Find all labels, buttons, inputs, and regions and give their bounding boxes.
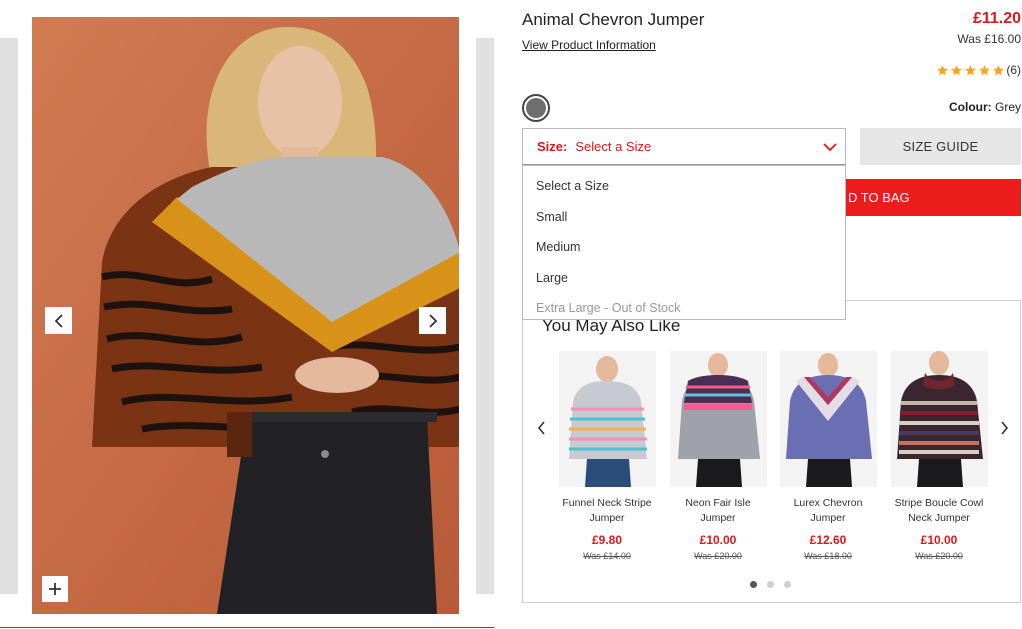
colour-value: Grey (994, 100, 1021, 114)
size-guide-button[interactable]: SIZE GUIDE (860, 128, 1021, 165)
size-select[interactable]: Size: Select a Size (522, 128, 846, 165)
previous-image-peek (0, 38, 18, 594)
recommendation-card[interactable]: Funnel Neck Stripe Jumper £9.80 Was £14.… (557, 351, 657, 561)
star-icon (993, 64, 1005, 75)
recommendation-price: £10.00 (920, 533, 958, 547)
plus-icon (49, 583, 61, 595)
recommendations-panel: You May Also Like Funnel Neck Stripe Jum… (522, 300, 1021, 603)
divider (0, 627, 494, 628)
carousel-pagination (750, 581, 791, 588)
carousel-dot[interactable] (767, 581, 774, 588)
chevron-left-icon (54, 313, 63, 328)
chevron-jumper-image (779, 351, 877, 487)
star-icon (965, 64, 977, 75)
size-dropdown-menu: Select a Size Small Medium Large Extra L… (522, 165, 846, 320)
rating[interactable]: (6) (936, 63, 1021, 77)
swatch-fill (526, 98, 546, 118)
recommendations-previous-button[interactable] (534, 419, 548, 437)
recommendation-was-price: Was £14.00 (583, 551, 631, 561)
recommendation-card[interactable]: Lurex Chevron Jumper £12.60 Was £18.00 (778, 351, 878, 561)
chevron-down-icon (823, 143, 837, 152)
rating-stars (936, 64, 1005, 77)
next-image-peek (476, 38, 494, 594)
star-icon (951, 64, 963, 75)
recommendation-name: Stripe Boucle Cowl Neck Jumper (894, 497, 984, 524)
gallery-next-button[interactable] (419, 307, 446, 334)
recommendation-card[interactable]: Neon Fair Isle Jumper £10.00 Was £20.00 (668, 351, 768, 561)
recommendation-name: Funnel Neck Stripe Jumper (562, 497, 652, 524)
colour-swatch-grey[interactable] (522, 94, 550, 122)
size-option[interactable]: Select a Size (523, 171, 845, 202)
size-option-medium[interactable]: Medium (523, 232, 845, 263)
recommendation-price: £10.00 (699, 533, 737, 547)
was-price: Was £16.00 (957, 32, 1021, 46)
star-icon (979, 64, 991, 75)
cowl-neck-jumper-image (890, 351, 988, 487)
carousel-dot[interactable] (784, 581, 791, 588)
colour-label: Colour: (948, 100, 992, 114)
chevron-left-icon (537, 421, 545, 435)
rating-count: (6) (1006, 63, 1021, 77)
chevron-right-icon (1000, 421, 1008, 435)
size-option-small[interactable]: Small (523, 202, 845, 233)
product-title: Animal Chevron Jumper (522, 10, 705, 29)
recommendation-price: £9.80 (591, 533, 623, 547)
size-label: Size: (537, 139, 568, 154)
star-icon (937, 64, 949, 75)
chevron-right-icon (428, 313, 437, 328)
zoom-button[interactable] (42, 576, 68, 602)
recommendations-next-button[interactable] (997, 419, 1011, 437)
recommendation-was-price: Was £20.00 (915, 551, 963, 561)
size-option-large[interactable]: Large (523, 263, 845, 294)
colour-indicator: Colour: Grey (949, 100, 1021, 114)
recommendation-card[interactable]: Stripe Boucle Cowl Neck Jumper £10.00 Wa… (889, 351, 989, 561)
carousel-dot[interactable] (750, 581, 757, 588)
striped-pastel-jumper-image (558, 351, 656, 487)
recommendation-name: Lurex Chevron Jumper (793, 497, 863, 524)
product-main-image (32, 17, 459, 614)
recommendation-was-price: Was £18.00 (804, 551, 852, 561)
fair-isle-jumper-image (669, 351, 767, 487)
recommendation-name: Neon Fair Isle Jumper (685, 497, 751, 524)
recommendation-price: £12.60 (809, 533, 847, 547)
size-placeholder: Select a Size (575, 139, 652, 154)
view-product-information-link[interactable]: View Product Information (522, 38, 656, 52)
size-option-extra-large: Extra Large - Out of Stock (536, 301, 681, 316)
recommendation-was-price: Was £20.00 (694, 551, 742, 561)
current-price: £11.20 (972, 10, 1021, 27)
gallery-previous-button[interactable] (45, 307, 72, 334)
